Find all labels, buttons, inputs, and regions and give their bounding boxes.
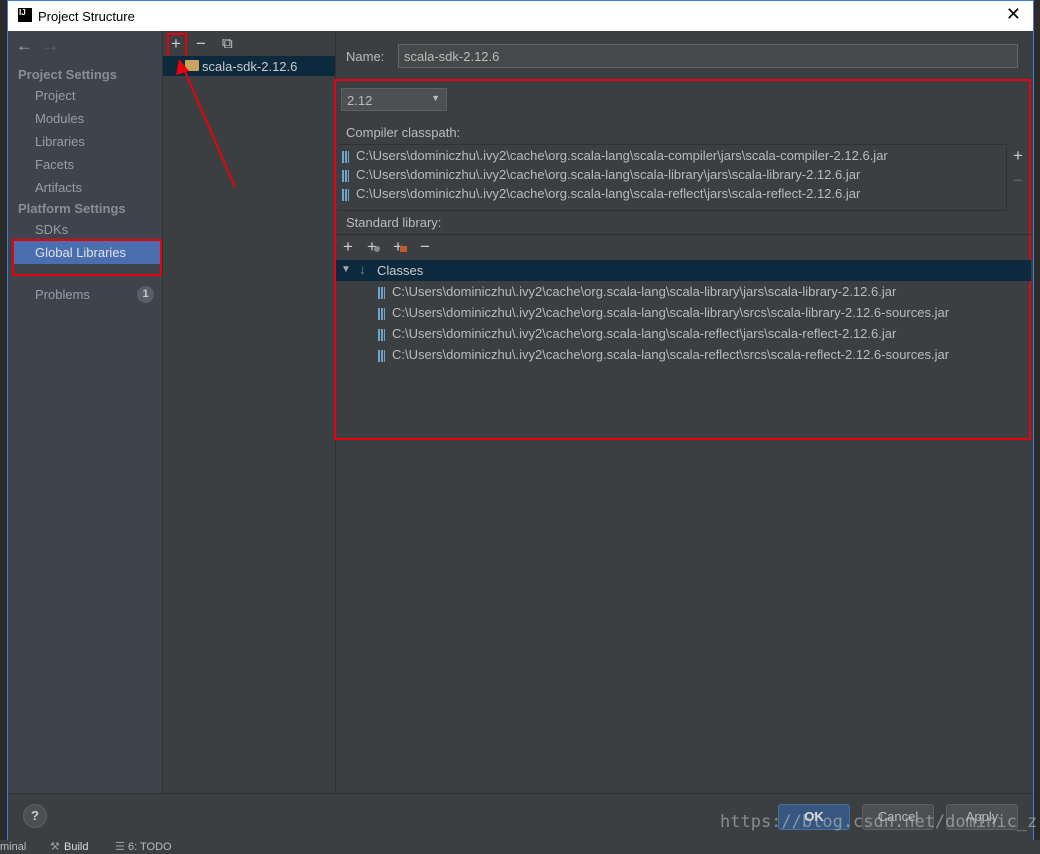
scala-version-dropdown[interactable]: 2.12 ▼: [341, 88, 447, 111]
jar-icon: [378, 349, 385, 362]
sidebar-item-artifacts[interactable]: Artifacts: [35, 180, 82, 195]
classpath-path: C:\Users\dominiczhu\.ivy2\cache\org.scal…: [356, 167, 861, 182]
jar-icon: [342, 188, 349, 201]
class-root-item[interactable]: C:\Users\dominiczhu\.ivy2\cache\org.scal…: [378, 303, 949, 322]
add-classpath-button[interactable]: +: [1013, 146, 1023, 166]
close-button[interactable]: ✕: [1006, 4, 1021, 25]
class-root-item[interactable]: C:\Users\dominiczhu\.ivy2\cache\org.scal…: [378, 324, 896, 343]
build-icon: ⚒: [50, 841, 60, 853]
sidebar-item-project[interactable]: Project: [35, 88, 75, 103]
intellij-logo-icon: IJ: [18, 8, 32, 22]
watermark: https://blog.csdn.net/dominic_z: [720, 812, 1038, 832]
name-input[interactable]: scala-sdk-2.12.6: [398, 44, 1018, 68]
classpath-item[interactable]: C:\Users\dominiczhu\.ivy2\cache\org.scal…: [342, 184, 860, 203]
annotation-box: [12, 239, 162, 276]
window-title: Project Structure: [38, 9, 135, 24]
taskbar-todo[interactable]: 6: TODO: [128, 840, 172, 854]
classpath-item[interactable]: C:\Users\dominiczhu\.ivy2\cache\org.scal…: [342, 165, 860, 184]
classes-node[interactable]: ▼ ↓ Classes: [336, 260, 1031, 281]
standard-library-label: Standard library:: [346, 215, 442, 230]
compiler-classpath-label: Compiler classpath:: [346, 125, 461, 140]
add-folder-button[interactable]: +: [393, 237, 407, 257]
class-root-path: C:\Users\dominiczhu\.ivy2\cache\org.scal…: [392, 305, 950, 320]
help-button[interactable]: ?: [23, 804, 47, 828]
sidebar: ← → Project Settings Project Modules Lib…: [8, 31, 163, 793]
jar-icon: [378, 286, 385, 299]
forward-icon[interactable]: →: [42, 36, 59, 56]
divider: [336, 234, 1031, 235]
annotation-arrow: [176, 59, 236, 188]
remove-root-button[interactable]: −: [420, 237, 430, 257]
library-detail-panel: Name: scala-sdk-2.12.6 2.12 ▼ Compiler c…: [334, 31, 1033, 793]
class-root-path: C:\Users\dominiczhu\.ivy2\cache\org.scal…: [392, 326, 897, 341]
classpath-path: C:\Users\dominiczhu\.ivy2\cache\org.scal…: [356, 186, 861, 201]
taskbar-terminal[interactable]: minal: [0, 840, 26, 854]
library-list-panel: + − ⧉ scala-sdk-2.12.6: [163, 31, 336, 793]
problems-count-badge: 1: [137, 286, 154, 303]
jar-icon: [378, 307, 385, 320]
back-icon[interactable]: ←: [16, 36, 33, 56]
class-root-item[interactable]: C:\Users\dominiczhu\.ivy2\cache\org.scal…: [378, 345, 949, 364]
jar-icon: [342, 150, 349, 163]
classes-label: Classes: [377, 263, 424, 278]
scala-version-value: 2.12: [347, 93, 373, 108]
title-bar: IJ Project Structure ✕: [8, 1, 1033, 31]
class-root-path: C:\Users\dominiczhu\.ivy2\cache\org.scal…: [392, 347, 950, 362]
classpath-path: C:\Users\dominiczhu\.ivy2\cache\org.scal…: [356, 148, 888, 163]
sidebar-item-modules[interactable]: Modules: [35, 111, 84, 126]
add-root-button[interactable]: +: [343, 237, 353, 257]
project-structure-dialog: IJ Project Structure ✕ ← → Project Setti…: [7, 0, 1037, 840]
taskbar-build[interactable]: Build: [64, 840, 88, 854]
sidebar-item-libraries[interactable]: Libraries: [35, 134, 85, 149]
sidebar-item-facets[interactable]: Facets: [35, 157, 74, 172]
name-label: Name:: [346, 49, 385, 64]
expand-triangle-icon[interactable]: ▼: [341, 264, 351, 275]
todo-icon: ☰: [115, 841, 125, 853]
classes-icon: ↓: [359, 261, 366, 277]
compiler-classpath-list: C:\Users\dominiczhu\.ivy2\cache\org.scal…: [338, 144, 1007, 211]
sidebar-item-sdks[interactable]: SDKs: [35, 222, 68, 237]
taskbar: minal ⚒ Build ☰ 6: TODO: [0, 840, 1040, 854]
platform-settings-heading: Platform Settings: [18, 201, 126, 216]
remove-classpath-button[interactable]: −: [1013, 171, 1023, 191]
jar-icon: [342, 169, 349, 182]
class-root-item[interactable]: C:\Users\dominiczhu\.ivy2\cache\org.scal…: [378, 282, 896, 301]
sidebar-item-problems[interactable]: Problems: [35, 287, 90, 302]
jar-icon: [378, 328, 385, 341]
chevron-down-icon: ▼: [431, 93, 440, 103]
dialog-footer: ? OK Cancel Apply https://blog.csdn.net/…: [8, 793, 1037, 840]
class-root-path: C:\Users\dominiczhu\.ivy2\cache\org.scal…: [392, 284, 897, 299]
add-url-button[interactable]: +: [367, 237, 380, 257]
project-settings-heading: Project Settings: [18, 67, 117, 82]
classpath-item[interactable]: C:\Users\dominiczhu\.ivy2\cache\org.scal…: [342, 146, 888, 165]
